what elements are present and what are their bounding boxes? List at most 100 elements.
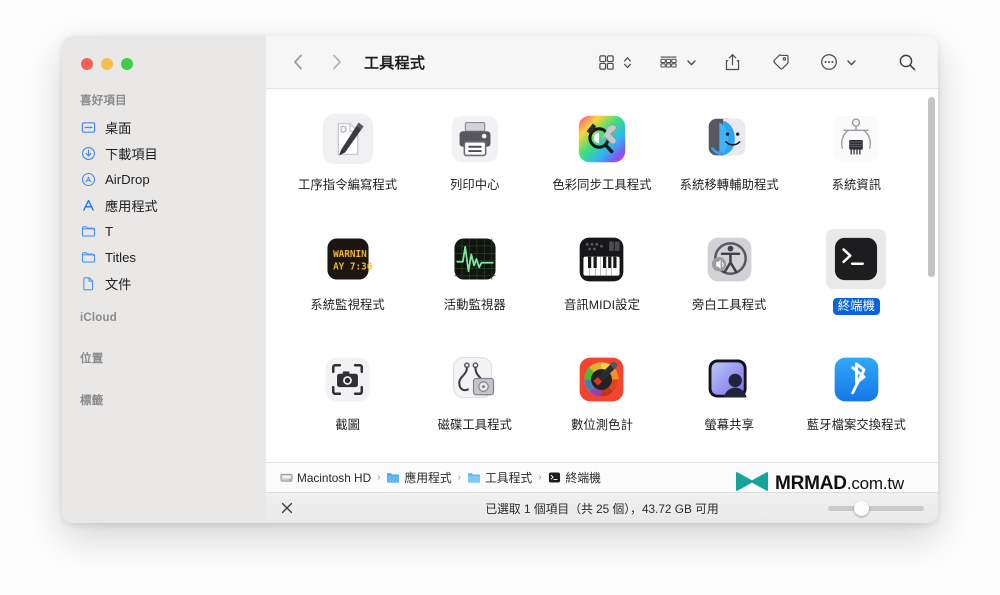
- file-item-script-editor[interactable]: 工序指令編寫程式: [284, 105, 411, 215]
- mrmad-logo-icon: [735, 470, 769, 498]
- file-item-digital-color-meter[interactable]: 數位測色計: [538, 345, 665, 455]
- icon-grid: 工序指令編寫程式 列印中心 色彩同步工具程式 系統移轉輔助程式 系統資訊 WAR…: [266, 89, 938, 455]
- file-item-label: 列印中心: [449, 178, 500, 192]
- folder-blue-icon: [386, 471, 400, 485]
- sidebar-item-desktop[interactable]: 桌面: [62, 114, 266, 140]
- icon-view-icon[interactable]: [593, 48, 620, 76]
- file-item-migration-assistant[interactable]: 系統移轉輔助程式: [666, 105, 793, 215]
- breadcrumb-separator: ›: [457, 472, 461, 483]
- breadcrumb-item-utilities[interactable]: 工具程式: [467, 469, 532, 486]
- slider-thumb[interactable]: [854, 500, 869, 516]
- sidebar-section-locations-label: 位置: [80, 353, 104, 365]
- bluetooth-file-exchange-icon: [826, 349, 886, 409]
- content-pane: 工具程式 工序指令編寫程式 列印中心 色彩同步工具程式 系統移轉輔助程式 系統資…: [266, 36, 938, 523]
- file-item-label: 系統監視程式: [310, 298, 385, 312]
- file-item-label: 旁白工具程式: [692, 298, 767, 312]
- file-item-label: 工序指令編寫程式: [298, 178, 398, 192]
- file-item-label: 截圖: [335, 418, 360, 432]
- migration-assistant-icon: [699, 109, 759, 169]
- sidebar-section-tags-label: 標籤: [80, 395, 104, 407]
- share-button[interactable]: [719, 48, 746, 76]
- file-item-label: 色彩同步工具程式: [552, 178, 652, 192]
- slider-track: [828, 505, 924, 511]
- chevron-updown-icon[interactable]: [621, 55, 634, 70]
- file-item-terminal[interactable]: 終端機: [793, 225, 920, 335]
- svg-text:AY 7:36: AY 7:36: [333, 261, 373, 272]
- digital-color-meter-icon: [572, 349, 632, 409]
- group-by-icon[interactable]: [654, 48, 683, 76]
- folder-blue-icon: [467, 471, 481, 485]
- more-options-control[interactable]: [815, 48, 859, 76]
- search-icon[interactable]: [893, 48, 922, 76]
- file-item-label: 終端機: [832, 298, 880, 316]
- audio-midi-setup-icon: [572, 229, 632, 289]
- finder-window: 喜好項目 桌面 下載項目 AirDrop 應用程式 T Titles 文件 iC…: [62, 36, 938, 523]
- file-item-label: 系統移轉輔助程式: [679, 178, 779, 192]
- file-item-voiceover-utility[interactable]: 旁白工具程式: [666, 225, 793, 335]
- file-item-label: 磁碟工具程式: [437, 418, 512, 432]
- harddisk-icon: [279, 471, 293, 485]
- screenshot-icon: [318, 349, 378, 409]
- minimize-window-button[interactable]: [101, 58, 113, 70]
- view-mode-control[interactable]: [593, 48, 634, 76]
- breadcrumb-item-macintosh-hd[interactable]: Macintosh HD: [279, 471, 371, 485]
- traffic-light-buttons: [62, 52, 266, 82]
- page-title: 工具程式: [364, 54, 426, 72]
- sidebar-item-label: 下載項目: [105, 146, 158, 162]
- disk-utility-icon: [445, 349, 505, 409]
- more-options-icon[interactable]: [815, 48, 843, 76]
- tag-button[interactable]: [766, 48, 795, 76]
- breadcrumb-item-terminal[interactable]: 終端機: [548, 469, 601, 486]
- close-window-button[interactable]: [81, 58, 93, 70]
- back-button[interactable]: [284, 48, 312, 76]
- breadcrumb-label: 應用程式: [404, 471, 452, 485]
- sidebar-item-downloads[interactable]: 下載項目: [62, 140, 266, 166]
- file-item-bluetooth-file-exchange[interactable]: 藍牙檔案交換程式: [793, 345, 920, 455]
- file-item-label: 數位測色計: [570, 418, 633, 432]
- breadcrumb-label: 終端機: [565, 471, 601, 485]
- watermark: MRMAD.com.tw: [735, 470, 904, 498]
- sidebar-item-titles[interactable]: Titles: [62, 244, 266, 270]
- file-item-colorsync-utility[interactable]: 色彩同步工具程式: [538, 105, 665, 215]
- file-icon-area: 工序指令編寫程式 列印中心 色彩同步工具程式 系統移轉輔助程式 系統資訊 WAR…: [266, 89, 938, 462]
- sidebar-item-label: AirDrop: [105, 171, 150, 187]
- file-item-console[interactable]: WARNIN AY 7:36 系統監視程式: [284, 225, 411, 335]
- file-item-system-information[interactable]: 系統資訊: [793, 105, 920, 215]
- screen-sharing-icon: [699, 349, 759, 409]
- file-item-print-center[interactable]: 列印中心: [411, 105, 538, 215]
- maximize-window-button[interactable]: [121, 58, 133, 70]
- airdrop-icon: [80, 171, 96, 187]
- breadcrumb-item-applications[interactable]: 應用程式: [386, 469, 452, 486]
- sidebar-item-applications[interactable]: 應用程式: [62, 192, 266, 218]
- terminal-small-icon: [548, 471, 562, 485]
- vertical-scrollbar[interactable]: [928, 97, 935, 277]
- file-item-activity-monitor[interactable]: 活動監視器: [411, 225, 538, 335]
- sidebar-item-label: Titles: [105, 249, 137, 265]
- activity-monitor-icon: [445, 229, 505, 289]
- console-icon: WARNIN AY 7:36: [318, 229, 378, 289]
- print-center-icon: [445, 109, 505, 169]
- forward-button[interactable]: [322, 48, 350, 76]
- sidebar-item-label: 桌面: [105, 120, 132, 136]
- file-item-label: 音訊MIDI設定: [564, 298, 640, 312]
- terminal-icon: [826, 229, 887, 289]
- chevron-down-icon[interactable]: [684, 57, 699, 68]
- file-item-disk-utility[interactable]: 磁碟工具程式: [411, 345, 538, 455]
- file-item-label: 活動監視器: [443, 298, 506, 312]
- breadcrumb-separator: ›: [538, 472, 542, 483]
- close-x-icon[interactable]: [278, 499, 296, 517]
- icon-size-slider[interactable]: [828, 500, 924, 516]
- svg-text:WARNIN: WARNIN: [333, 249, 367, 260]
- group-by-control[interactable]: [654, 48, 699, 76]
- sidebar-item-t[interactable]: T: [62, 218, 266, 244]
- sidebar-item-documents[interactable]: 文件: [62, 270, 266, 296]
- sidebar-item-airdrop[interactable]: AirDrop: [62, 166, 266, 192]
- watermark-brand: MRMAD: [775, 473, 847, 494]
- breadcrumb-label: 工具程式: [484, 471, 533, 485]
- sidebar-section-favorites-label: 喜好項目: [80, 95, 127, 107]
- file-item-screen-sharing[interactable]: 螢幕共享: [666, 345, 793, 455]
- watermark-text: MRMAD.com.tw: [775, 473, 904, 495]
- file-item-screenshot[interactable]: 截圖: [284, 345, 411, 455]
- file-item-audio-midi-setup[interactable]: 音訊MIDI設定: [538, 225, 665, 335]
- chevron-down-icon[interactable]: [844, 57, 859, 68]
